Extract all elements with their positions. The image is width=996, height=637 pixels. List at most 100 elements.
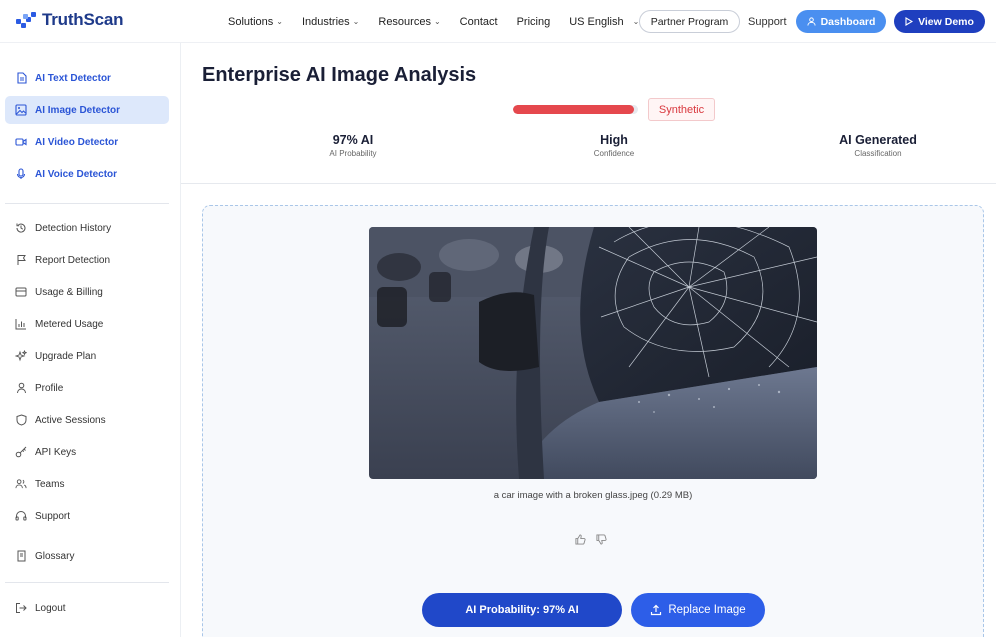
sidebar-item-label: Detection History [35, 222, 112, 234]
sidebar-item-label: Support [35, 510, 71, 522]
sidebar-item-label: AI Voice Detector [35, 168, 118, 180]
verdict-badge: Synthetic [648, 98, 715, 121]
logo-icon [16, 11, 36, 29]
sidebar-item-label: Metered Usage [35, 318, 104, 330]
sidebar-item-label: Profile [35, 382, 64, 394]
thumbs-up-icon[interactable] [575, 534, 586, 548]
shield-icon [15, 414, 27, 426]
ai-probability-button[interactable]: AI Probability: 97% AI [422, 593, 622, 627]
sidebar-item-detection-history[interactable]: Detection History [5, 214, 169, 242]
nav-label: Solutions [228, 15, 274, 28]
sidebar-item-label: Teams [35, 478, 65, 490]
file-caption: a car image with a broken glass.jpeg (0.… [493, 490, 693, 501]
user-icon [15, 382, 27, 394]
nav-label: Contact [459, 15, 498, 28]
image-icon [15, 104, 27, 116]
stat-value: AI Generated [839, 133, 917, 147]
sparkle-icon [15, 350, 27, 362]
sidebar-item-label: AI Image Detector [35, 104, 121, 116]
nav-label: Pricing [516, 15, 551, 28]
credit-card-icon [15, 286, 27, 298]
play-icon [905, 17, 914, 26]
dashboard-button[interactable]: Dashboard [796, 10, 886, 33]
history-icon [15, 222, 27, 234]
car-broken-glass-photo [369, 227, 817, 479]
chevron-down-icon: ⌄ [433, 17, 441, 26]
upload-icon [651, 604, 662, 616]
sidebar-item-teams[interactable]: Teams [5, 470, 169, 498]
sidebar-divider [5, 582, 169, 583]
sidebar-item-label: Report Detection [35, 254, 111, 266]
sidebar-item-usage-billing[interactable]: Usage & Billing [5, 278, 169, 306]
brand-logo[interactable]: TruthScan [16, 10, 124, 30]
chevron-down-icon: ⌄ [352, 17, 360, 26]
uploaded-image-preview [369, 227, 817, 479]
sidebar-item-label: AI Text Detector [35, 72, 111, 84]
sidebar-item-label: AI Video Detector [35, 136, 119, 148]
sidebar-item-logout[interactable]: Logout [5, 594, 169, 622]
microphone-icon [15, 168, 27, 180]
dashboard-label: Dashboard [820, 15, 876, 28]
page-title: Enterprise AI Image Analysis [202, 64, 477, 86]
sidebar-item-label: Glossary [35, 550, 75, 562]
sidebar-item-ai-text-detector[interactable]: AI Text Detector [5, 64, 169, 92]
stat-value: 97% AI [332, 133, 374, 147]
view-demo-label: View Demo [918, 15, 974, 28]
nav-pricing[interactable]: Pricing [517, 16, 551, 28]
main-content: Enterprise AI Image Analysis Synthetic 9… [181, 43, 996, 637]
stat-value: High [600, 133, 628, 147]
sidebar-item-ai-video-detector[interactable]: AI Video Detector [5, 128, 169, 156]
language-selector[interactable]: US English ⌄ [569, 16, 639, 28]
stat-classification: AI Generated Classification [818, 133, 938, 158]
image-upload-area[interactable]: a car image with a broken glass.jpeg (0.… [202, 205, 984, 637]
main-nav: Solutions ⌄ Industries ⌄ Resources ⌄ Contac… [228, 0, 658, 43]
sidebar: AI Text Detector AI Image Detector AI Vi… [0, 43, 181, 637]
sidebar-item-active-sessions[interactable]: Active Sessions [5, 406, 169, 434]
support-link[interactable]: Support [748, 16, 787, 28]
thumbs-down-icon[interactable] [596, 534, 607, 548]
users-icon [15, 478, 27, 490]
sidebar-item-ai-voice-detector[interactable]: AI Voice Detector [5, 160, 169, 188]
sidebar-item-upgrade-plan[interactable]: Upgrade Plan [5, 342, 169, 370]
sidebar-item-label: Upgrade Plan [35, 350, 97, 362]
sidebar-item-metered-usage[interactable]: Metered Usage [5, 310, 169, 338]
bar-chart-icon [15, 318, 27, 330]
book-icon [15, 550, 27, 562]
nav-industries[interactable]: Industries ⌄ [302, 16, 359, 28]
nav-resources[interactable]: Resources ⌄ [378, 16, 440, 28]
nav-label: US English [569, 15, 624, 28]
sidebar-item-label: API Keys [35, 446, 77, 458]
stat-label: Confidence [593, 149, 635, 158]
nav-label: Industries [301, 15, 350, 28]
replace-image-label: Replace Image [668, 604, 746, 616]
stat-label: AI Probability [329, 149, 377, 158]
sidebar-divider [5, 203, 169, 204]
key-icon [15, 446, 27, 458]
ai-probability-bar-fill [513, 105, 635, 114]
sidebar-item-label: Usage & Billing [35, 286, 103, 298]
ai-probability-bar [513, 105, 638, 114]
sidebar-item-profile[interactable]: Profile [5, 374, 169, 402]
nav-solutions[interactable]: Solutions ⌄ [228, 16, 283, 28]
partner-program-button[interactable]: Partner Program [639, 10, 740, 33]
sidebar-item-label: Logout [35, 602, 66, 614]
sidebar-item-glossary[interactable]: Glossary [5, 542, 169, 570]
user-icon [806, 17, 816, 26]
sidebar-item-support[interactable]: Support [5, 502, 169, 530]
document-icon [15, 72, 27, 84]
replace-image-button[interactable]: Replace Image [631, 593, 765, 627]
sidebar-item-label: Active Sessions [35, 414, 106, 426]
nav-contact[interactable]: Contact [460, 16, 498, 28]
chevron-down-icon: ⌄ [276, 17, 283, 26]
stat-label: Classification [854, 149, 902, 158]
flag-icon [15, 254, 27, 266]
video-icon [15, 136, 27, 148]
sidebar-item-ai-image-detector[interactable]: AI Image Detector [5, 96, 169, 124]
top-navigation-bar: TruthScan Solutions ⌄ Industries ⌄ Resourc… [0, 0, 996, 43]
stat-ai-probability: 97% AI AI Probability [293, 133, 413, 158]
view-demo-button[interactable]: View Demo [894, 10, 985, 33]
sidebar-item-report-detection[interactable]: Report Detection [5, 246, 169, 274]
logout-icon [15, 602, 27, 614]
headset-icon [15, 510, 27, 522]
sidebar-item-api-keys[interactable]: API Keys [5, 438, 169, 466]
